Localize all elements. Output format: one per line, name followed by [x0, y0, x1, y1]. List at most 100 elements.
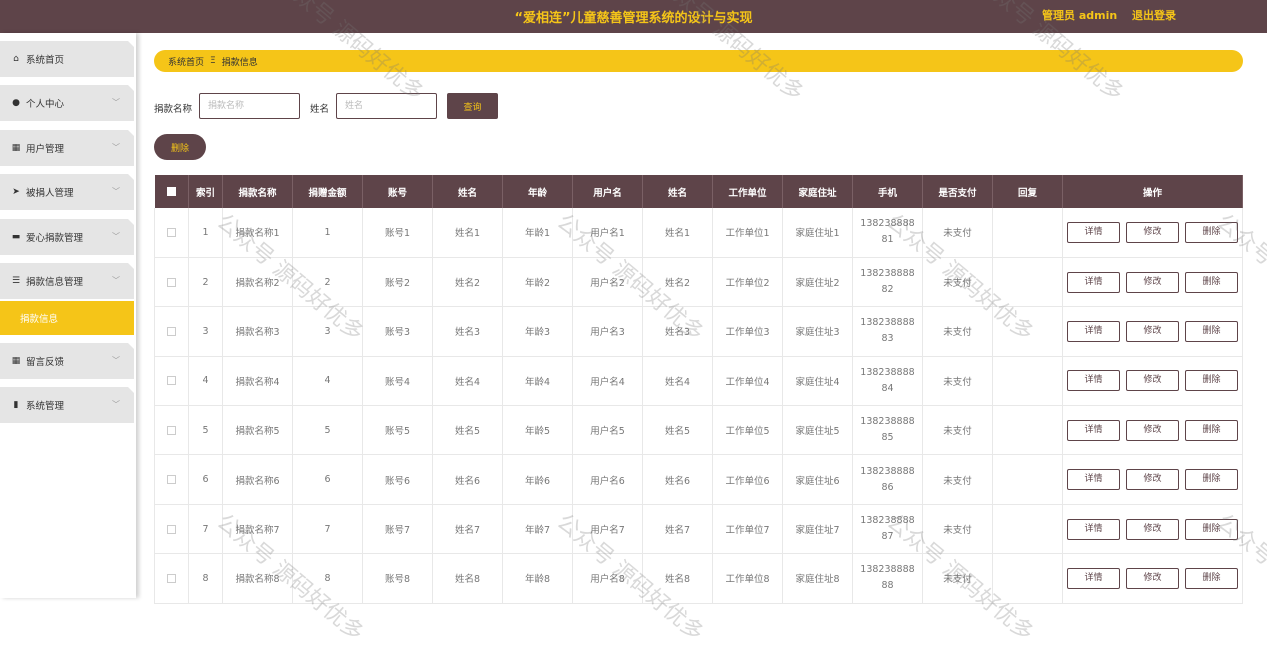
sidebar-subitem-donation-info[interactable]: 捐款信息: [0, 301, 134, 335]
column-header: 操作: [1062, 175, 1243, 208]
cell-index: 8: [188, 553, 223, 604]
select-all-checkbox[interactable]: [154, 175, 189, 208]
sidebar-item-2[interactable]: ▦ 用户管理 ﹀: [0, 129, 134, 166]
breadcrumb-home[interactable]: 系统首页: [168, 55, 204, 68]
cell-phone: 13823888881: [852, 208, 923, 258]
row-delete-button[interactable]: 删除: [1185, 271, 1238, 293]
search-person-name-input[interactable]: [336, 93, 437, 119]
cell-paid: 未支付: [922, 405, 993, 456]
cell-work: 工作单位2: [712, 257, 783, 308]
row-checkbox[interactable]: [167, 326, 176, 336]
row-delete-button[interactable]: 删除: [1185, 320, 1238, 342]
row-actions: 详情 修改 删除: [1062, 356, 1243, 407]
column-header: 姓名: [642, 175, 713, 208]
cell-amount: 2: [292, 257, 363, 308]
edit-button[interactable]: 修改: [1126, 518, 1179, 540]
cell-person: 姓名1: [432, 208, 503, 258]
breadcrumb-current: 捐款信息: [221, 57, 258, 68]
search-donation-name-input[interactable]: [199, 93, 300, 119]
edit-button[interactable]: 修改: [1126, 469, 1179, 491]
batch-delete-button[interactable]: 删除: [154, 134, 206, 160]
detail-button[interactable]: 详情: [1067, 567, 1120, 589]
cell-person: 姓名7: [432, 504, 503, 555]
detail-button[interactable]: 详情: [1067, 518, 1120, 540]
column-header: 是否支付: [922, 175, 993, 208]
cell-work: 工作单位8: [712, 553, 783, 604]
sidebar-item-label: 被捐人管理: [26, 188, 74, 199]
sidebar-item-1[interactable]: ● 个人中心 ﹀: [0, 84, 134, 121]
row-delete-button[interactable]: 删除: [1185, 370, 1238, 392]
cell-username: 用户名6: [572, 454, 643, 505]
row-actions: 详情 修改 删除: [1062, 454, 1243, 505]
detail-button[interactable]: 详情: [1067, 221, 1120, 243]
edit-button[interactable]: 修改: [1126, 419, 1179, 441]
chevron-down-icon: ﹀: [112, 98, 120, 107]
sidebar-item-5[interactable]: ☰ 捐款信息管理 ﹀: [0, 262, 134, 299]
cell-phone: 13823888886: [852, 454, 923, 505]
cell-account: 账号7: [362, 504, 433, 555]
detail-button[interactable]: 详情: [1067, 320, 1120, 342]
row-checkbox[interactable]: [167, 376, 176, 386]
row-delete-button[interactable]: 删除: [1185, 469, 1238, 491]
row-checkbox[interactable]: [167, 227, 176, 237]
cell-reply: [992, 306, 1063, 357]
edit-button[interactable]: 修改: [1126, 320, 1179, 342]
cell-index: 7: [188, 504, 223, 555]
query-button[interactable]: 查询: [447, 93, 498, 119]
cell-age: 年龄8: [502, 553, 573, 604]
logout-button[interactable]: 退出登录: [1132, 7, 1176, 23]
row-checkbox[interactable]: [167, 573, 176, 583]
edit-button[interactable]: 修改: [1126, 567, 1179, 589]
sidebar-item-label: 爱心捐款管理: [26, 233, 84, 244]
detail-button[interactable]: 详情: [1067, 370, 1120, 392]
donation-table: 索引 捐款名称 捐赠金额 账号 姓名 年龄 用户名 姓名 工作单位 家庭住址 手机 是否支付 回复 操作 …: [154, 175, 1243, 604]
cell-account: 账号2: [362, 257, 433, 308]
sidebar-item-4[interactable]: ▬ 爱心捐款管理 ﹀: [0, 218, 134, 255]
sidebar-item-3[interactable]: ➤ 被捐人管理 ﹀: [0, 173, 134, 210]
row-checkbox[interactable]: [167, 425, 176, 435]
cell-amount: 4: [292, 356, 363, 407]
sidebar: 捐款信息 ⌂ 系统首页 ● 个人中心 ﹀ ▦ 用户管理 ﹀ ➤ 被捐人管理 ﹀ ▬ 爱心捐款管理 ﹀ ☰ 捐款…: [0, 33, 136, 598]
detail-button[interactable]: 详情: [1067, 469, 1120, 491]
cell-paid: 未支付: [922, 306, 993, 357]
row-delete-button[interactable]: 删除: [1185, 518, 1238, 540]
cell-address: 家庭住址2: [782, 257, 853, 308]
edit-button[interactable]: 修改: [1126, 271, 1179, 293]
cell-username: 用户名3: [572, 306, 643, 357]
cell-person2: 姓名8: [642, 553, 713, 604]
table-row: 6 捐款名称6 6 账号6 姓名6 年龄6 用户名6 姓名6 工作单位6 家庭住址6 1382388…: [154, 454, 1243, 505]
chevron-down-icon: ﹀: [112, 356, 120, 365]
edit-button[interactable]: 修改: [1126, 370, 1179, 392]
cell-index: 3: [188, 306, 223, 357]
detail-button[interactable]: 详情: [1067, 419, 1120, 441]
table-row: 1 捐款名称1 1 账号1 姓名1 年龄1 用户名1 姓名1 工作单位1 家庭住址1 1382388…: [154, 208, 1243, 258]
home-icon: ⌂: [13, 54, 19, 64]
row-delete-button[interactable]: 删除: [1185, 419, 1238, 441]
sidebar-item-0[interactable]: ⌂ 系统首页: [0, 40, 134, 77]
cell-person2: 姓名2: [642, 257, 713, 308]
sidebar-item-6[interactable]: ▦ 留言反馈 ﹀: [0, 342, 134, 379]
cell-paid: 未支付: [922, 553, 993, 604]
ticket-icon: ▬: [11, 232, 21, 242]
detail-button[interactable]: 详情: [1067, 271, 1120, 293]
row-delete-button[interactable]: 删除: [1185, 567, 1238, 589]
row-checkbox-cell: [154, 208, 189, 258]
sidebar-item-7[interactable]: ▮ 系统管理 ﹀: [0, 386, 134, 423]
row-checkbox-cell: [154, 356, 189, 407]
row-checkbox[interactable]: [167, 475, 176, 485]
breadcrumb: 系统首页 Ξ 捐款信息: [154, 50, 1243, 72]
edit-button[interactable]: 修改: [1126, 221, 1179, 243]
column-header: 索引: [188, 175, 223, 208]
cell-name: 捐款名称7: [222, 504, 293, 555]
cell-amount: 1: [292, 208, 363, 258]
table-row: 4 捐款名称4 4 账号4 姓名4 年龄4 用户名4 姓名4 工作单位4 家庭住址4 1382388…: [154, 356, 1243, 407]
row-checkbox[interactable]: [167, 277, 176, 287]
row-checkbox[interactable]: [167, 524, 176, 534]
cell-age: 年龄1: [502, 208, 573, 258]
cell-address: 家庭住址7: [782, 504, 853, 555]
column-header: 姓名: [432, 175, 503, 208]
cell-reply: [992, 257, 1063, 308]
row-delete-button[interactable]: 删除: [1185, 221, 1238, 243]
cell-username: 用户名7: [572, 504, 643, 555]
column-header: 捐款名称: [222, 175, 293, 208]
